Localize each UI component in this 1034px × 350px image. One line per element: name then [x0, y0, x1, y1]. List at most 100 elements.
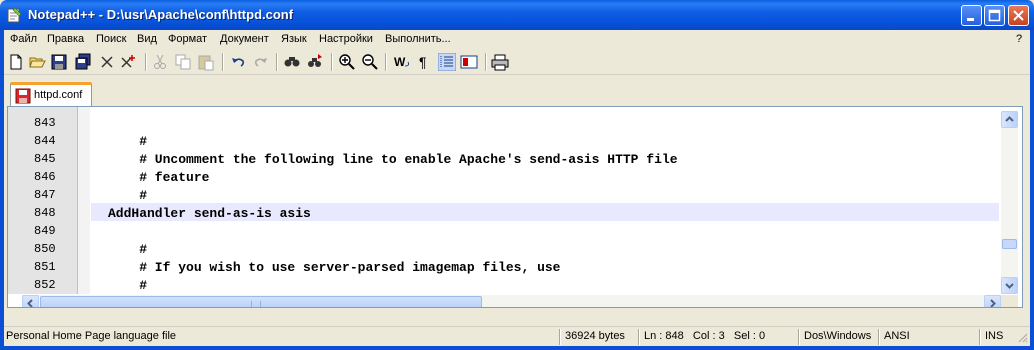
cut-icon[interactable]: [151, 53, 169, 71]
line-text: # If you wish to use server-parsed image…: [108, 260, 561, 275]
maximize-icon: [988, 9, 1001, 22]
line-number: 849: [34, 224, 56, 238]
line-text: # feature: [108, 170, 210, 185]
status-bar: Personal Home Page language file 36924 b…: [4, 326, 1030, 346]
maximize-button[interactable]: [984, 5, 1005, 26]
line-number: 844: [34, 134, 56, 148]
toolbar-separator: [331, 53, 333, 71]
editor-area[interactable]: 843 844 # 845 # Uncomment the following …: [7, 106, 1023, 308]
status-cursor-position: Ln : 848 Col : 3 Sel : 0: [644, 330, 766, 342]
menu-format[interactable]: Формат: [168, 33, 207, 45]
user-define-icon[interactable]: [460, 53, 478, 71]
vertical-scroll-thumb[interactable]: [1002, 239, 1017, 249]
toolbar: W ¶: [4, 49, 1030, 75]
code-line-current[interactable]: 848 AddHandler send-as-is asis: [8, 203, 1008, 221]
line-number: 848: [34, 206, 56, 220]
menu-view[interactable]: Вид: [137, 33, 157, 45]
scroll-down-button[interactable]: [1001, 277, 1018, 294]
toolbar-separator: [485, 53, 487, 71]
tab-label: httpd.conf: [34, 89, 83, 101]
code-line[interactable]: 850 #: [8, 239, 1008, 257]
code-line[interactable]: 845 # Uncomment the following line to en…: [8, 149, 1008, 167]
save-icon[interactable]: [50, 53, 68, 71]
show-all-chars-icon[interactable]: ¶: [416, 53, 434, 71]
chevron-down-icon: [1005, 283, 1014, 289]
code-line[interactable]: 847 #: [8, 185, 1008, 203]
undo-icon[interactable]: [229, 53, 247, 71]
window-frame-right: [1030, 30, 1034, 350]
saved-file-red-icon: [15, 88, 31, 104]
line-text: AddHandler send-as-is asis: [108, 206, 311, 221]
menu-language[interactable]: Язык: [281, 33, 307, 45]
redo-icon[interactable]: [252, 53, 270, 71]
close-file-icon[interactable]: [98, 53, 116, 71]
code-line[interactable]: 843: [8, 113, 1008, 131]
line-number: 850: [34, 242, 56, 256]
horizontal-scrollbar[interactable]: [22, 295, 1001, 307]
status-file-size: 36924 bytes: [565, 330, 625, 342]
close-all-icon[interactable]: [120, 53, 138, 71]
toolbar-separator: [145, 53, 147, 71]
horizontal-scroll-thumb[interactable]: [40, 296, 482, 307]
status-file-type: Personal Home Page language file: [6, 330, 177, 342]
toolbar-separator: [385, 53, 387, 71]
scroll-left-button[interactable]: [22, 295, 39, 307]
zoom-in-icon[interactable]: [338, 53, 356, 71]
zoom-out-icon[interactable]: [361, 53, 379, 71]
menu-document[interactable]: Документ: [220, 33, 269, 45]
window-title: Notepad++ - D:\usr\Apache\conf\httpd.con…: [28, 7, 294, 22]
word-wrap-icon[interactable]: W: [393, 53, 411, 71]
find-icon[interactable]: [283, 53, 301, 71]
menu-search[interactable]: Поиск: [96, 33, 126, 45]
status-divider: [638, 329, 640, 345]
line-number: 847: [34, 188, 56, 202]
line-number: 846: [34, 170, 56, 184]
toolbar-separator: [276, 53, 278, 71]
notepad-plus-icon: [7, 7, 22, 23]
title-bar[interactable]: Notepad++ - D:\usr\Apache\conf\httpd.con…: [0, 0, 1034, 30]
status-divider: [559, 329, 561, 345]
svg-text:¶: ¶: [419, 54, 427, 70]
menu-run[interactable]: Выполнить...: [385, 33, 451, 45]
save-all-icon[interactable]: [74, 53, 92, 71]
line-text: # Uncomment the following line to enable…: [108, 152, 678, 167]
new-file-icon[interactable]: [7, 53, 25, 71]
tab-httpd-conf[interactable]: httpd.conf: [10, 82, 92, 106]
vertical-scrollbar[interactable]: [1001, 111, 1018, 294]
menu-edit[interactable]: Правка: [47, 33, 84, 45]
minimize-icon: [967, 18, 974, 21]
line-text: #: [108, 188, 148, 203]
paste-icon[interactable]: [197, 53, 215, 71]
scroll-right-button[interactable]: [984, 295, 1001, 307]
code-line[interactable]: 852 #: [8, 275, 1008, 293]
resize-grip-icon[interactable]: [1016, 331, 1028, 343]
copy-icon[interactable]: [174, 53, 192, 71]
line-number: 845: [34, 152, 56, 166]
open-file-icon[interactable]: [28, 53, 46, 71]
line-number: 851: [34, 260, 56, 274]
print-icon[interactable]: [491, 53, 509, 71]
line-number: 852: [34, 278, 56, 292]
menu-help[interactable]: ?: [1016, 33, 1022, 45]
line-text: #: [108, 278, 148, 293]
menu-bar: Файл Правка Поиск Вид Формат Документ Яз…: [4, 30, 1030, 49]
chevron-right-icon: [990, 299, 996, 307]
close-window-button[interactable]: [1008, 5, 1029, 26]
close-icon: [1013, 10, 1024, 21]
replace-icon[interactable]: [306, 53, 324, 71]
status-eol-format: Dos\Windows: [804, 330, 872, 342]
code-line[interactable]: 844 #: [8, 131, 1008, 149]
status-encoding: ANSI: [884, 330, 910, 342]
indent-guide-icon[interactable]: [438, 53, 456, 71]
toolbar-separator: [222, 53, 224, 71]
minimize-button[interactable]: [961, 5, 982, 26]
status-divider: [878, 329, 880, 345]
chevron-up-icon: [1005, 116, 1014, 122]
scroll-up-button[interactable]: [1001, 111, 1018, 128]
code-line[interactable]: 851 # If you wish to use server-parsed i…: [8, 257, 1008, 275]
line-number: 843: [34, 116, 56, 130]
menu-file[interactable]: Файл: [10, 33, 37, 45]
code-line[interactable]: 849: [8, 221, 1008, 239]
code-line[interactable]: 846 # feature: [8, 167, 1008, 185]
menu-settings[interactable]: Настройки: [319, 33, 373, 45]
